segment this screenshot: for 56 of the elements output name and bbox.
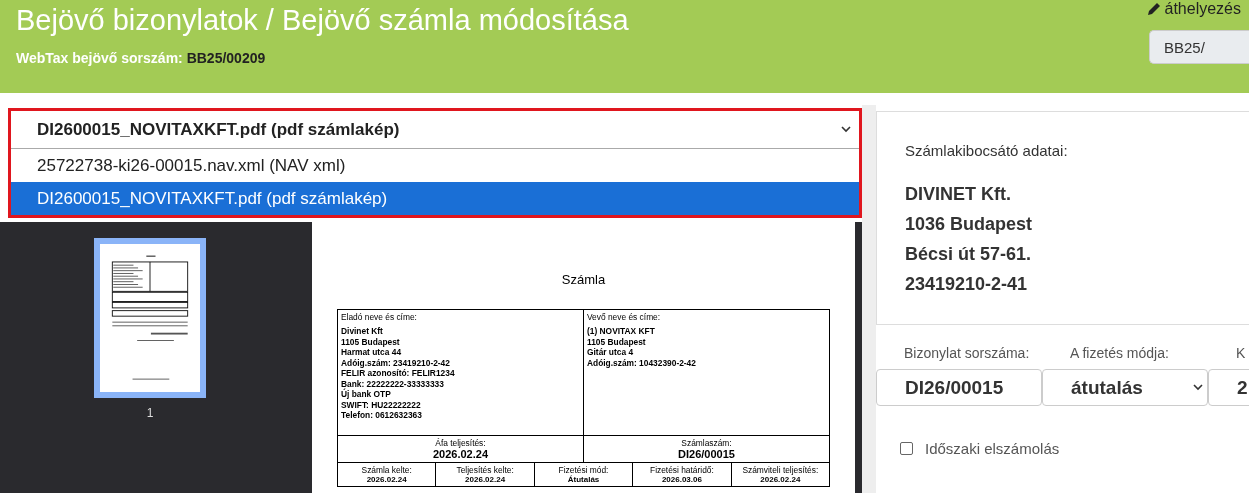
checkbox[interactable] bbox=[900, 442, 913, 455]
party-line: 1105 Budapest bbox=[341, 336, 401, 347]
issuer-label: Számlakibocsátó adatai: bbox=[905, 142, 1069, 159]
field-label: Bizonylat sorszáma: bbox=[903, 345, 1030, 361]
cell-label: Fizetési határidő: bbox=[649, 465, 715, 475]
cell-value: 2026.02.24 bbox=[431, 448, 490, 460]
party-line: Bank: 22222222-33333333 bbox=[341, 378, 445, 389]
party-line: FELIR azonosító: FELIR1234 bbox=[341, 368, 456, 379]
party-line: Harmat utca 44 bbox=[341, 347, 403, 358]
selected-file: DI2600015_NOVITAXKFT.pdf (pdf számlakép) bbox=[37, 119, 400, 140]
party-line: SWIFT: HU22222222 bbox=[341, 399, 422, 410]
pencil-icon bbox=[1146, 2, 1161, 16]
cell-label: Fizetési mód: bbox=[557, 465, 610, 475]
party-label: Vevő neve és címe: bbox=[587, 312, 662, 322]
file-option[interactable]: DI2600015_NOVITAXKFT.pdf (pdf számlakép) bbox=[11, 182, 859, 215]
party-line: Adóig.szám: 10432390-2-42 bbox=[587, 357, 697, 368]
select-value: átutalás bbox=[1071, 376, 1143, 399]
party-label: Eladó neve és címe: bbox=[341, 312, 418, 322]
cell-value: DI26/00015 bbox=[677, 448, 736, 460]
page-number: 1 bbox=[146, 406, 154, 420]
cell-value: 2026.02.24 bbox=[464, 475, 507, 484]
party-line: Gitár utca 4 bbox=[587, 347, 635, 358]
input-field[interactable]: DI26/00015 bbox=[876, 369, 1042, 406]
document-title: Számla bbox=[561, 272, 606, 287]
field-label: A fizetés módja: bbox=[1069, 345, 1169, 361]
cell-label: Számlaszám: bbox=[680, 438, 733, 448]
cell-label: Számviteli teljesítés: bbox=[741, 465, 820, 475]
input-field[interactable]: 2 bbox=[1208, 369, 1249, 406]
cell-value: Átutalás bbox=[566, 475, 601, 484]
page-thumbnail-drawing[interactable] bbox=[94, 238, 206, 398]
caret-icon bbox=[1193, 384, 1203, 391]
field-label: K bbox=[1235, 345, 1246, 361]
cell-value: 2026.03.06 bbox=[660, 475, 703, 484]
party-line: Telefon: 0612632363 bbox=[341, 410, 423, 421]
party-line: (1) NOVITAX KFT bbox=[587, 326, 656, 337]
cell-label: Teljesítés kelte: bbox=[455, 465, 515, 475]
checkbox-label: Időszaki elszámolás bbox=[925, 440, 1060, 457]
page-title: Bejövő bizonylatok / Bejövő számla módosítása bbox=[16, 4, 629, 37]
party-line: 1105 Budapest bbox=[587, 336, 647, 347]
cell-value: 2026.02.24 bbox=[365, 475, 408, 484]
file-dropdown[interactable]: DI2600015_NOVITAXKFT.pdf (pdf számlakép) 25722738-ki26-00015.nav.xml (NAV xml) DI2600015_NOVITAXKFT.pdf (pdf számlakép) bbox=[8, 108, 862, 218]
issuer-line: Bécsi út 57-61. bbox=[905, 243, 1033, 266]
party-line: Adóig.szám: 23419210-2-42 bbox=[341, 357, 451, 368]
payment-select[interactable]: átutalás bbox=[1042, 369, 1208, 406]
party-line: Új bank OTP bbox=[341, 389, 392, 400]
prefix-field[interactable]: BB25/ bbox=[1149, 30, 1249, 64]
cell-label: Számla kelte: bbox=[360, 465, 413, 475]
party-line: Divinet Kft bbox=[341, 326, 384, 337]
cell-label: Áfa teljesítés: bbox=[434, 438, 487, 448]
cell-value: 2026.02.24 bbox=[759, 475, 802, 484]
serial-number: WebTax bejövő sorszám: BB25/00209 bbox=[16, 50, 266, 66]
issuer-line: 1036 Budapest bbox=[905, 213, 1034, 236]
caret-icon bbox=[841, 126, 851, 133]
issuer-line: 23419210-2-41 bbox=[905, 273, 1029, 296]
move-link[interactable]: áthelyezés bbox=[1146, 0, 1241, 18]
issuer-line: DIVINET Kft. bbox=[905, 183, 1012, 206]
